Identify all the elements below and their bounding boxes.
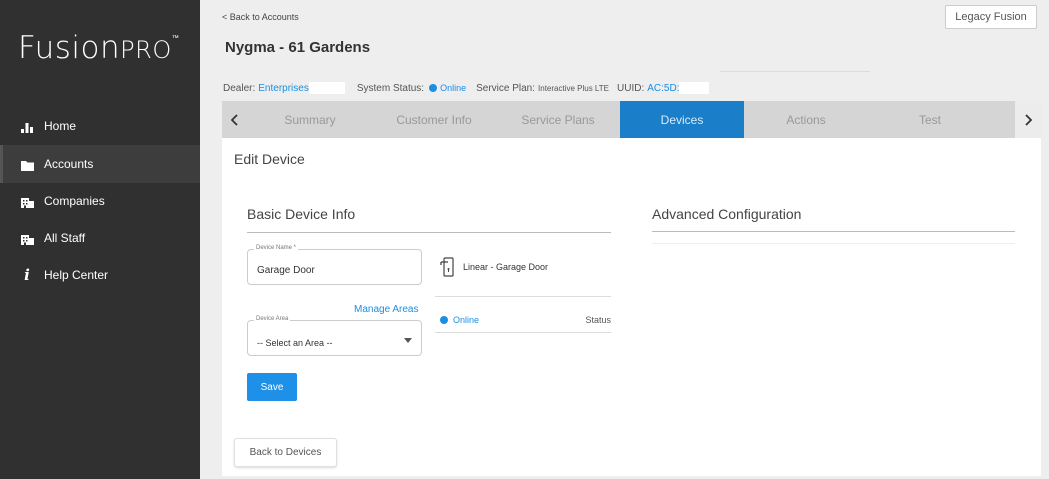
save-button[interactable]: Save xyxy=(247,373,297,401)
sidebar-item-label: All Staff xyxy=(44,231,86,245)
fusion-pro-logo[interactable]: FusionPRO™ xyxy=(18,30,179,66)
sidebar-item-label: Companies xyxy=(44,194,105,208)
sidebar: FusionPRO™ Home Accounts Companies All S… xyxy=(0,0,200,479)
legacy-fusion-button[interactable]: Legacy Fusion xyxy=(945,5,1037,29)
device-status-value: Online xyxy=(453,315,480,325)
back-to-accounts-link[interactable]: < Back to Accounts xyxy=(222,12,299,22)
back-to-devices-button[interactable]: Back to Devices xyxy=(234,438,337,467)
dealer-link[interactable]: Enterprises xyxy=(258,83,309,94)
device-name-label: Device Name * xyxy=(254,245,299,251)
status-dot-icon xyxy=(440,316,448,324)
sidebar-item-label: Accounts xyxy=(44,157,94,171)
system-status-value: Online xyxy=(440,83,467,93)
door-lock-icon xyxy=(440,257,454,277)
divider xyxy=(652,231,1015,232)
uuid-label: UUID: xyxy=(617,82,645,94)
bar-chart-icon xyxy=(20,119,34,133)
chevron-right-icon xyxy=(1025,113,1032,126)
service-plan-value: Interactive Plus LTE xyxy=(538,83,610,93)
logo-pro-text: PRO xyxy=(120,36,172,64)
building-icon xyxy=(20,231,34,245)
divider xyxy=(247,232,611,233)
sidebar-item-label: Home xyxy=(44,119,77,133)
tab-devices[interactable]: Devices xyxy=(620,101,744,138)
advanced-configuration-heading: Advanced Configuration xyxy=(652,206,802,222)
tab-prev-arrow[interactable] xyxy=(222,101,248,138)
sidebar-item-home[interactable]: Home xyxy=(0,107,200,145)
basic-device-info-heading: Basic Device Info xyxy=(247,206,356,222)
device-area-select[interactable]: Device Area -- Select an Area -- xyxy=(247,316,422,356)
redacted-block xyxy=(308,82,345,94)
edit-device-card: Edit Device Basic Device Info Advanced C… xyxy=(222,138,1041,476)
redacted-block xyxy=(679,82,710,94)
logo-text: Fusion xyxy=(18,30,121,66)
dealer-label: Dealer: xyxy=(223,82,256,94)
device-status-row: Online Status xyxy=(440,315,611,325)
tab-actions[interactable]: Actions xyxy=(744,101,868,138)
info-icon: i xyxy=(24,266,30,284)
system-status-label: System Status: xyxy=(356,82,425,94)
device-type-label: Linear - Garage Door xyxy=(463,262,549,272)
divider xyxy=(652,243,1015,244)
sidebar-item-accounts[interactable]: Accounts xyxy=(0,145,200,183)
card-title: Edit Device xyxy=(234,151,305,167)
device-type: Linear - Garage Door xyxy=(440,257,548,277)
divider xyxy=(435,296,611,297)
tab-summary[interactable]: Summary xyxy=(248,101,372,138)
device-status-label: Status xyxy=(585,315,611,325)
uuid-value: AC:5D: xyxy=(647,82,680,94)
account-info-line: Dealer: Enterprises System Status: Onlin… xyxy=(223,82,710,94)
chevron-left-icon xyxy=(231,113,238,126)
device-area-value: -- Select an Area -- xyxy=(257,338,333,348)
manage-areas-link[interactable]: Manage Areas xyxy=(354,304,419,315)
caret-down-icon xyxy=(404,338,412,343)
divider xyxy=(720,71,870,72)
sidebar-item-companies[interactable]: Companies xyxy=(0,182,200,220)
divider xyxy=(435,332,611,333)
tab-bar: Summary Customer Info Service Plans Devi… xyxy=(222,101,1041,138)
logo-trademark: ™ xyxy=(171,34,179,42)
device-name-field[interactable]: Device Name * Garage Door xyxy=(247,245,422,285)
tab-service-plans[interactable]: Service Plans xyxy=(496,101,620,138)
account-title: Nygma - 61 Gardens xyxy=(225,39,371,56)
service-plan-label: Service Plan: xyxy=(476,82,536,94)
device-area-label: Device Area xyxy=(254,316,291,322)
device-name-value: Garage Door xyxy=(257,265,315,276)
tab-test[interactable]: Test xyxy=(868,101,992,138)
tab-customer-info[interactable]: Customer Info xyxy=(372,101,496,138)
sidebar-item-label: Help Center xyxy=(44,268,109,282)
building-icon xyxy=(20,194,34,208)
sidebar-item-help-center[interactable]: i Help Center xyxy=(0,256,200,294)
main-content: < Back to Accounts Legacy Fusion Nygma -… xyxy=(200,0,1049,479)
tab-next-arrow[interactable] xyxy=(1015,101,1041,138)
status-dot-icon xyxy=(429,84,438,92)
sidebar-item-all-staff[interactable]: All Staff xyxy=(0,219,200,257)
folder-icon xyxy=(20,157,34,171)
